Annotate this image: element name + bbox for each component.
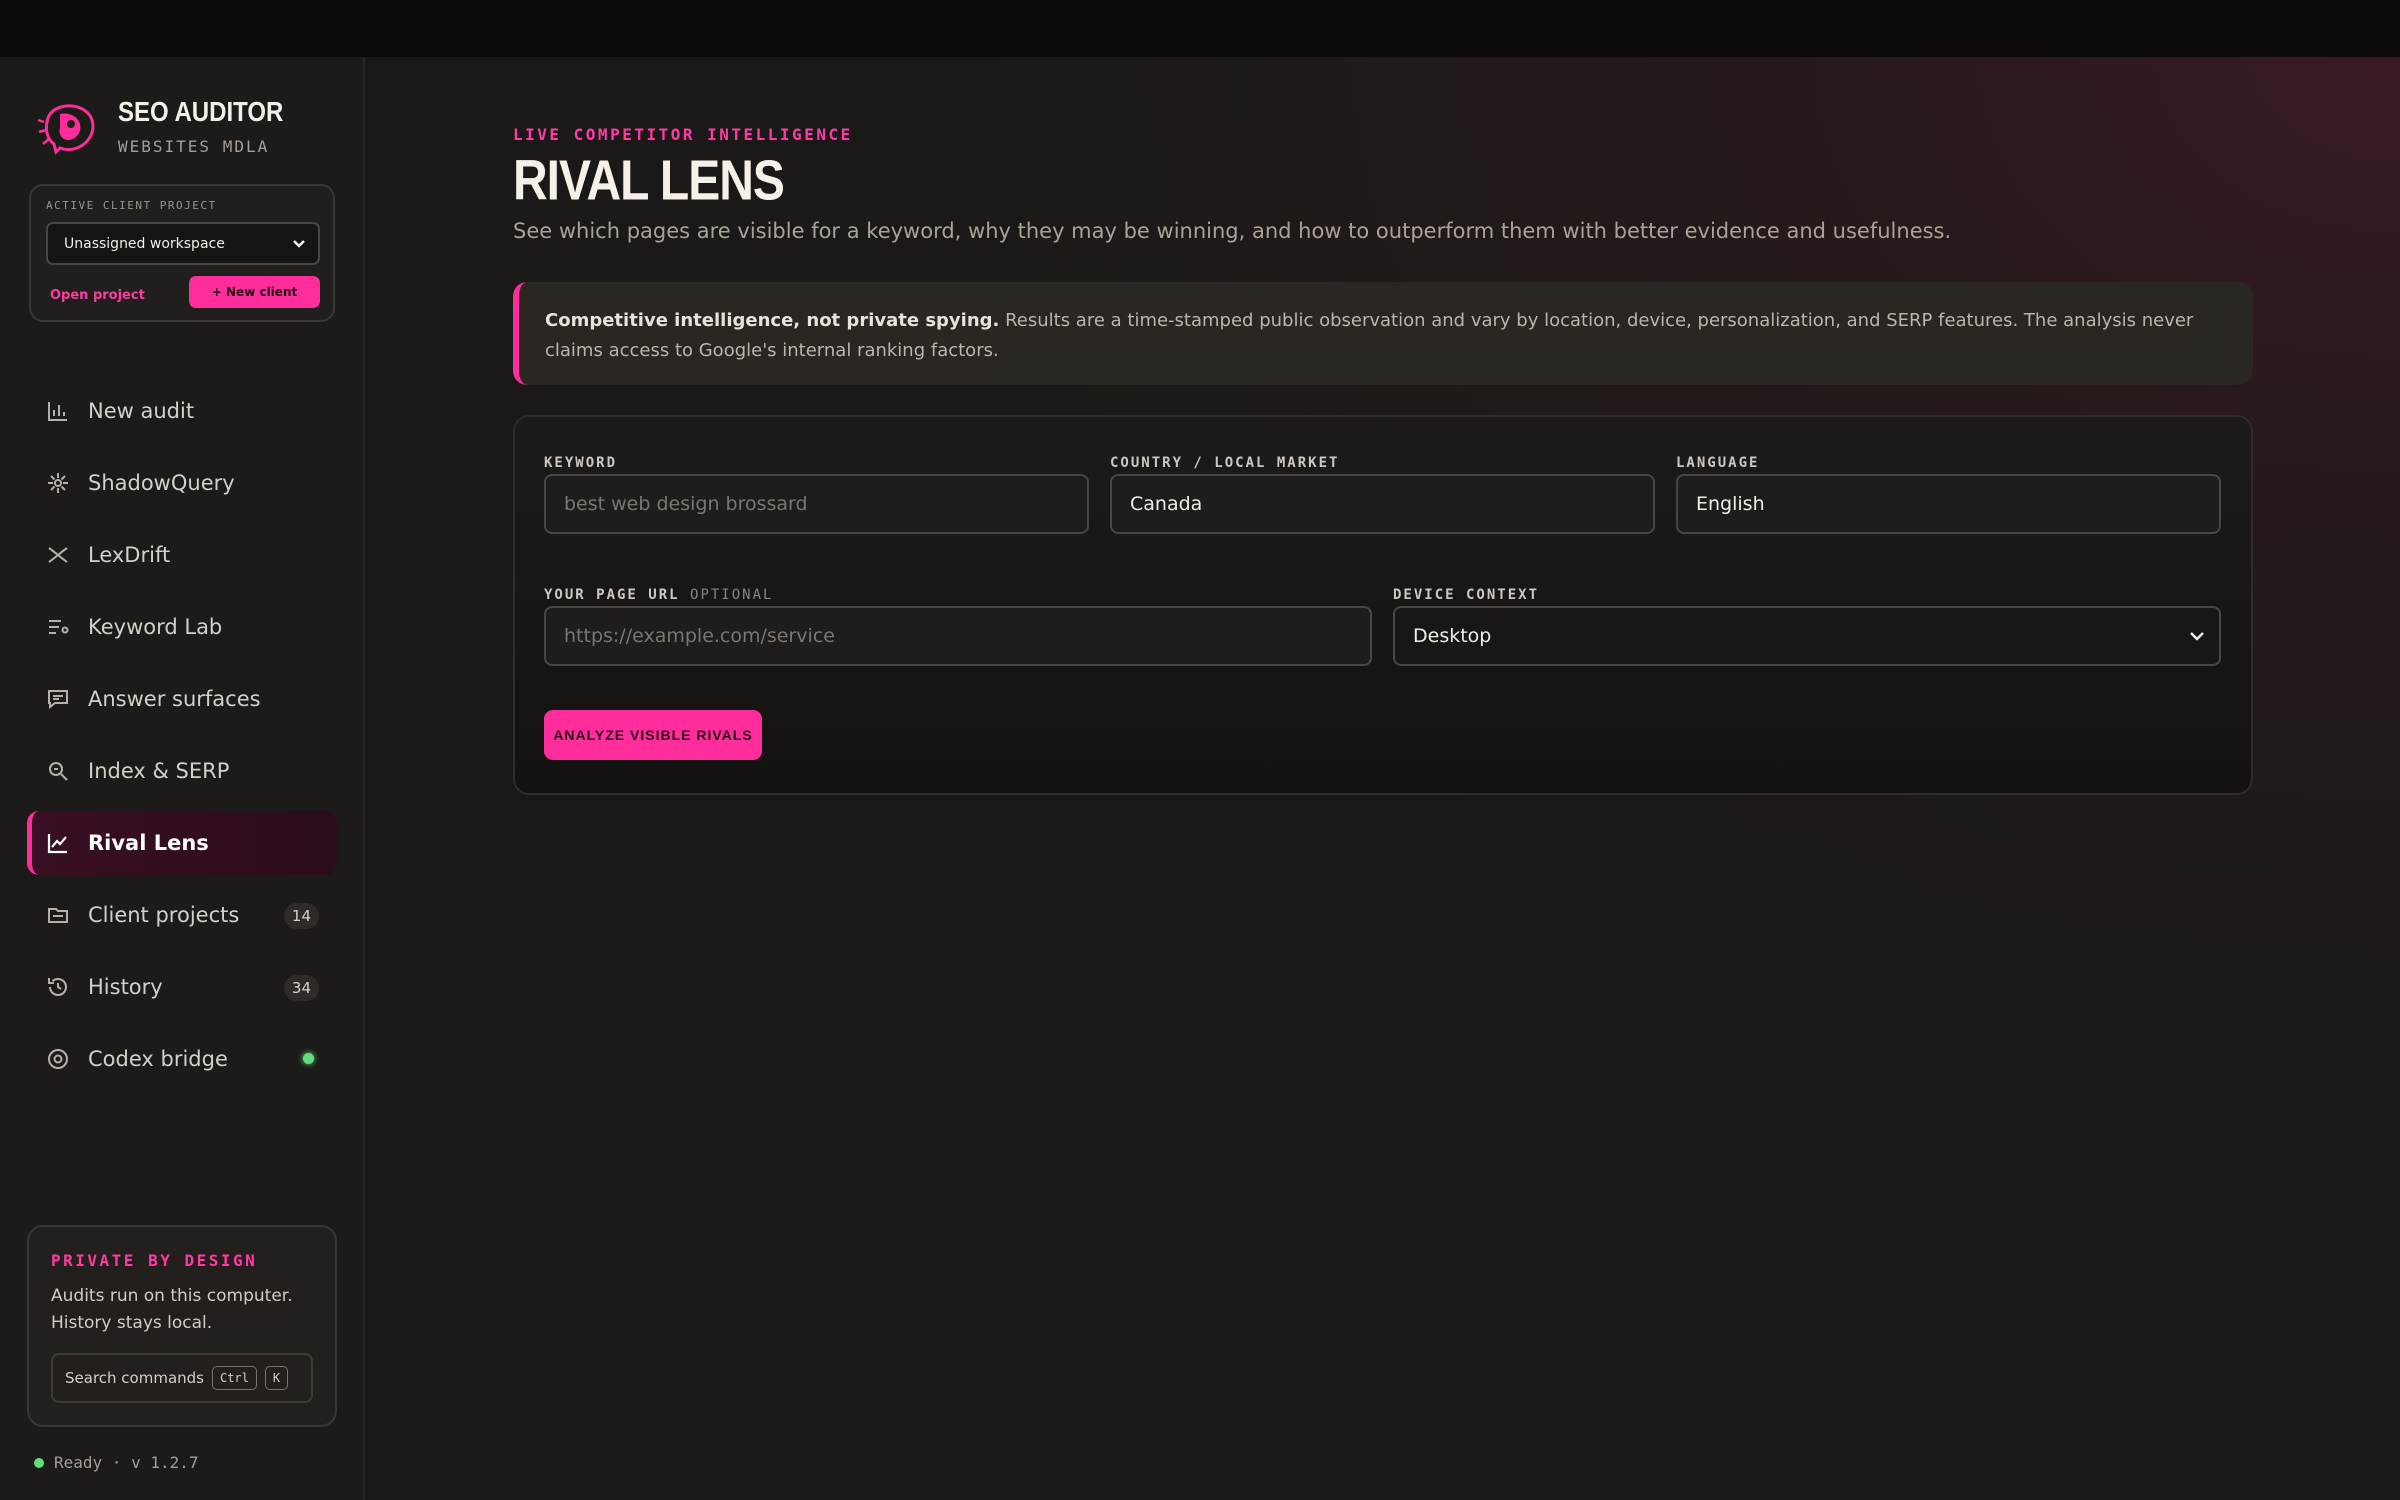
- count-badge: 34: [283, 975, 319, 1001]
- country-input[interactable]: Canada: [1110, 474, 1655, 534]
- trend-line-icon: [45, 830, 71, 856]
- history-icon: [45, 974, 71, 1000]
- chat-icon: [45, 686, 71, 712]
- page-url-label: YOUR PAGE URL OPTIONAL: [544, 587, 773, 603]
- private-description: Audits run on this computer. History sta…: [51, 1286, 293, 1333]
- bar-chart-icon: [45, 398, 71, 424]
- sidebar-item-history[interactable]: History 34: [27, 955, 337, 1019]
- active-client-label: ACTIVE CLIENT PROJECT: [46, 199, 217, 212]
- page-url-optional: OPTIONAL: [690, 587, 774, 603]
- kbd-k: K: [264, 1366, 289, 1390]
- sidebar-item-lexdrift[interactable]: LexDrift: [27, 523, 337, 587]
- kbd-ctrl: Ctrl: [211, 1366, 257, 1390]
- gear-icon: [45, 1046, 71, 1072]
- sidebar-item-answer-surfaces[interactable]: Answer surfaces: [27, 667, 337, 731]
- client-select-value: Unassigned workspace: [64, 235, 225, 252]
- list-icon: [45, 614, 71, 640]
- sidebar-item-label: Index & SERP: [88, 759, 230, 783]
- sidebar-item-shadowquery[interactable]: ShadowQuery: [27, 451, 337, 515]
- search-commands-button[interactable]: Search commands Ctrl K: [51, 1353, 313, 1403]
- competitive-intelligence-notice: Competitive intelligence, not private sp…: [513, 282, 2253, 385]
- device-context-label: DEVICE CONTEXT: [1393, 587, 1540, 603]
- rival-analysis-form: KEYWORD best web design brossard COUNTRY…: [513, 415, 2253, 795]
- sidebar-item-label: Codex bridge: [88, 1047, 228, 1071]
- brand[interactable]: SEO AUDITOR WEBSITES MDLA: [38, 96, 284, 156]
- notice-bold: Competitive intelligence, not private sp…: [545, 310, 1000, 331]
- sidebar-item-label: Client projects: [88, 903, 240, 927]
- sidebar-nav: New audit ShadowQuery LexDrift Keyword L…: [27, 379, 337, 1099]
- page-url-placeholder: https://example.com/service: [564, 625, 835, 647]
- chevron-down-icon: [2190, 631, 2204, 641]
- sidebar-item-label: Keyword Lab: [88, 615, 223, 639]
- open-project-link[interactable]: Open project: [50, 288, 145, 303]
- private-by-design-card: PRIVATE BY DESIGN Audits run on this com…: [27, 1225, 337, 1427]
- sidebar-item-codex-bridge[interactable]: Codex bridge: [27, 1027, 337, 1091]
- sidebar-item-label: History: [88, 975, 163, 999]
- sidebar-item-rival-lens[interactable]: Rival Lens: [27, 811, 337, 875]
- search-commands-label: Search commands: [65, 1369, 204, 1387]
- language-value: English: [1696, 493, 1765, 515]
- device-context-value: Desktop: [1413, 625, 1492, 647]
- folder-icon: [45, 902, 71, 928]
- language-input[interactable]: English: [1676, 474, 2221, 534]
- page-url-label-text: YOUR PAGE URL: [544, 587, 680, 603]
- app-version-status: Ready · v 1.2.7: [54, 1453, 199, 1472]
- search-icon: [45, 758, 71, 784]
- sidebar: SEO AUDITOR WEBSITES MDLA ACTIVE CLIENT …: [0, 57, 365, 1500]
- keyword-input[interactable]: best web design brossard: [544, 474, 1089, 534]
- sidebar-item-label: Answer surfaces: [88, 687, 261, 711]
- app-status: Ready · v 1.2.7: [34, 1453, 199, 1472]
- sidebar-item-index-serp[interactable]: Index & SERP: [27, 739, 337, 803]
- brand-title: SEO AUDITOR: [118, 96, 284, 128]
- country-value: Canada: [1130, 493, 1203, 515]
- sidebar-item-label: ShadowQuery: [88, 471, 235, 495]
- window-top-bar: [0, 0, 2400, 57]
- sidebar-item-keyword-lab[interactable]: Keyword Lab: [27, 595, 337, 659]
- keyword-label: KEYWORD: [544, 455, 618, 471]
- cross-arrows-icon: [45, 542, 71, 568]
- country-label: COUNTRY / LOCAL MARKET: [1110, 455, 1340, 471]
- count-badge: 14: [283, 903, 319, 929]
- active-client-card: ACTIVE CLIENT PROJECT Unassigned workspa…: [29, 184, 335, 322]
- analyze-visible-rivals-button[interactable]: ANALYZE VISIBLE RIVALS: [544, 710, 762, 760]
- client-project-select[interactable]: Unassigned workspace: [46, 222, 320, 265]
- page-url-input[interactable]: https://example.com/service: [544, 606, 1372, 666]
- sidebar-item-label: Rival Lens: [88, 831, 209, 855]
- brand-logo-icon: [38, 103, 95, 155]
- page-eyebrow: LIVE COMPETITOR INTELLIGENCE: [513, 125, 853, 144]
- sidebar-item-new-audit[interactable]: New audit: [27, 379, 337, 443]
- brand-subtitle: WEBSITES MDLA: [118, 137, 270, 156]
- chevron-down-icon: [293, 239, 305, 248]
- keyword-placeholder: best web design brossard: [564, 493, 808, 515]
- device-context-select[interactable]: Desktop: [1393, 606, 2221, 666]
- sidebar-item-label: New audit: [88, 399, 195, 423]
- ready-status-dot: [34, 1457, 44, 1468]
- page-title: RIVAL LENS: [513, 150, 785, 213]
- language-label: LANGUAGE: [1676, 455, 1760, 471]
- page-subtitle: See which pages are visible for a keywor…: [513, 219, 1952, 243]
- new-client-button[interactable]: + New client: [189, 276, 320, 308]
- sparkle-icon: [45, 470, 71, 496]
- private-title: PRIVATE BY DESIGN: [51, 1251, 258, 1270]
- main-content: LIVE COMPETITOR INTELLIGENCE RIVAL LENS …: [367, 57, 2400, 1500]
- sidebar-item-label: LexDrift: [88, 543, 171, 567]
- sidebar-item-client-projects[interactable]: Client projects 14: [27, 883, 337, 947]
- online-status-dot: [303, 1053, 314, 1064]
